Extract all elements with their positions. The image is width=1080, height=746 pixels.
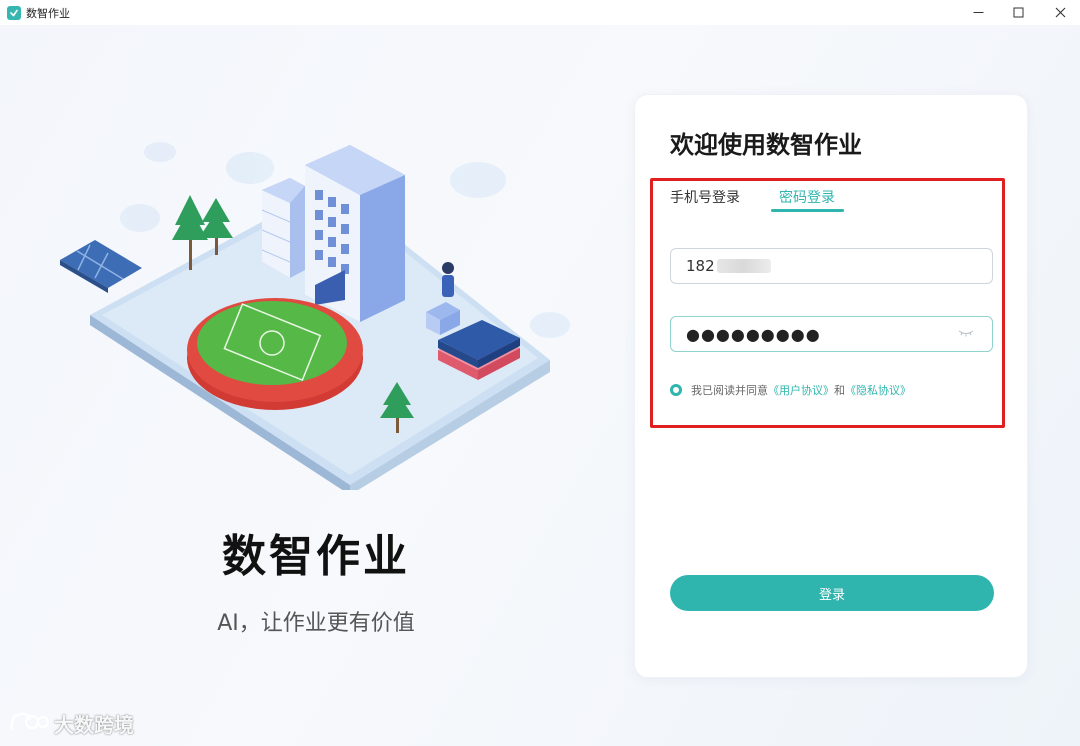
minimize-icon xyxy=(973,12,983,13)
campus-illustration xyxy=(60,142,570,490)
watermark-logo-icon xyxy=(10,712,50,731)
phone-input[interactable]: 182 xyxy=(670,248,993,284)
window-title: 数智作业 xyxy=(26,6,70,20)
watermark-text: 大数跨境 xyxy=(54,712,134,737)
agree-radio[interactable] xyxy=(670,384,682,396)
maximize-icon xyxy=(1013,7,1023,18)
agreement-row: 我已阅读并同意 《用户协议》 和 《隐私协议》 xyxy=(670,382,911,398)
active-tab-indicator xyxy=(771,209,844,212)
phone-blur-mask xyxy=(716,259,771,273)
tab-phone-login[interactable]: 手机号登录 xyxy=(670,187,740,207)
welcome-heading: 欢迎使用数智作业 xyxy=(670,131,862,159)
eye-closed-icon[interactable] xyxy=(958,328,974,338)
phone-value: 182 xyxy=(686,257,715,275)
watermark: 大数跨境 xyxy=(8,708,134,738)
app-logo-icon xyxy=(7,5,21,20)
login-button[interactable]: 登录 xyxy=(670,575,994,611)
minimize-button[interactable] xyxy=(958,0,998,25)
brand-slogan: AI，让作业更有价值 xyxy=(217,611,415,636)
maximize-button[interactable] xyxy=(998,0,1038,25)
agreement-prefix: 我已阅读并同意 xyxy=(691,384,768,397)
privacy-agreement-link[interactable]: 《隐私协议》 xyxy=(845,382,911,398)
password-input[interactable]: ●●●●●●●●● xyxy=(670,316,993,352)
agreement-conjunction: 和 xyxy=(834,384,845,397)
user-agreement-link[interactable]: 《用户协议》 xyxy=(768,382,834,398)
close-button[interactable] xyxy=(1040,0,1080,25)
close-icon xyxy=(1055,7,1065,18)
tab-password-login[interactable]: 密码登录 xyxy=(779,187,835,207)
brand-title: 数智作业 xyxy=(222,531,410,582)
password-value: ●●●●●●●●● xyxy=(686,324,821,344)
title-bar: 数智作业 xyxy=(0,0,1080,25)
